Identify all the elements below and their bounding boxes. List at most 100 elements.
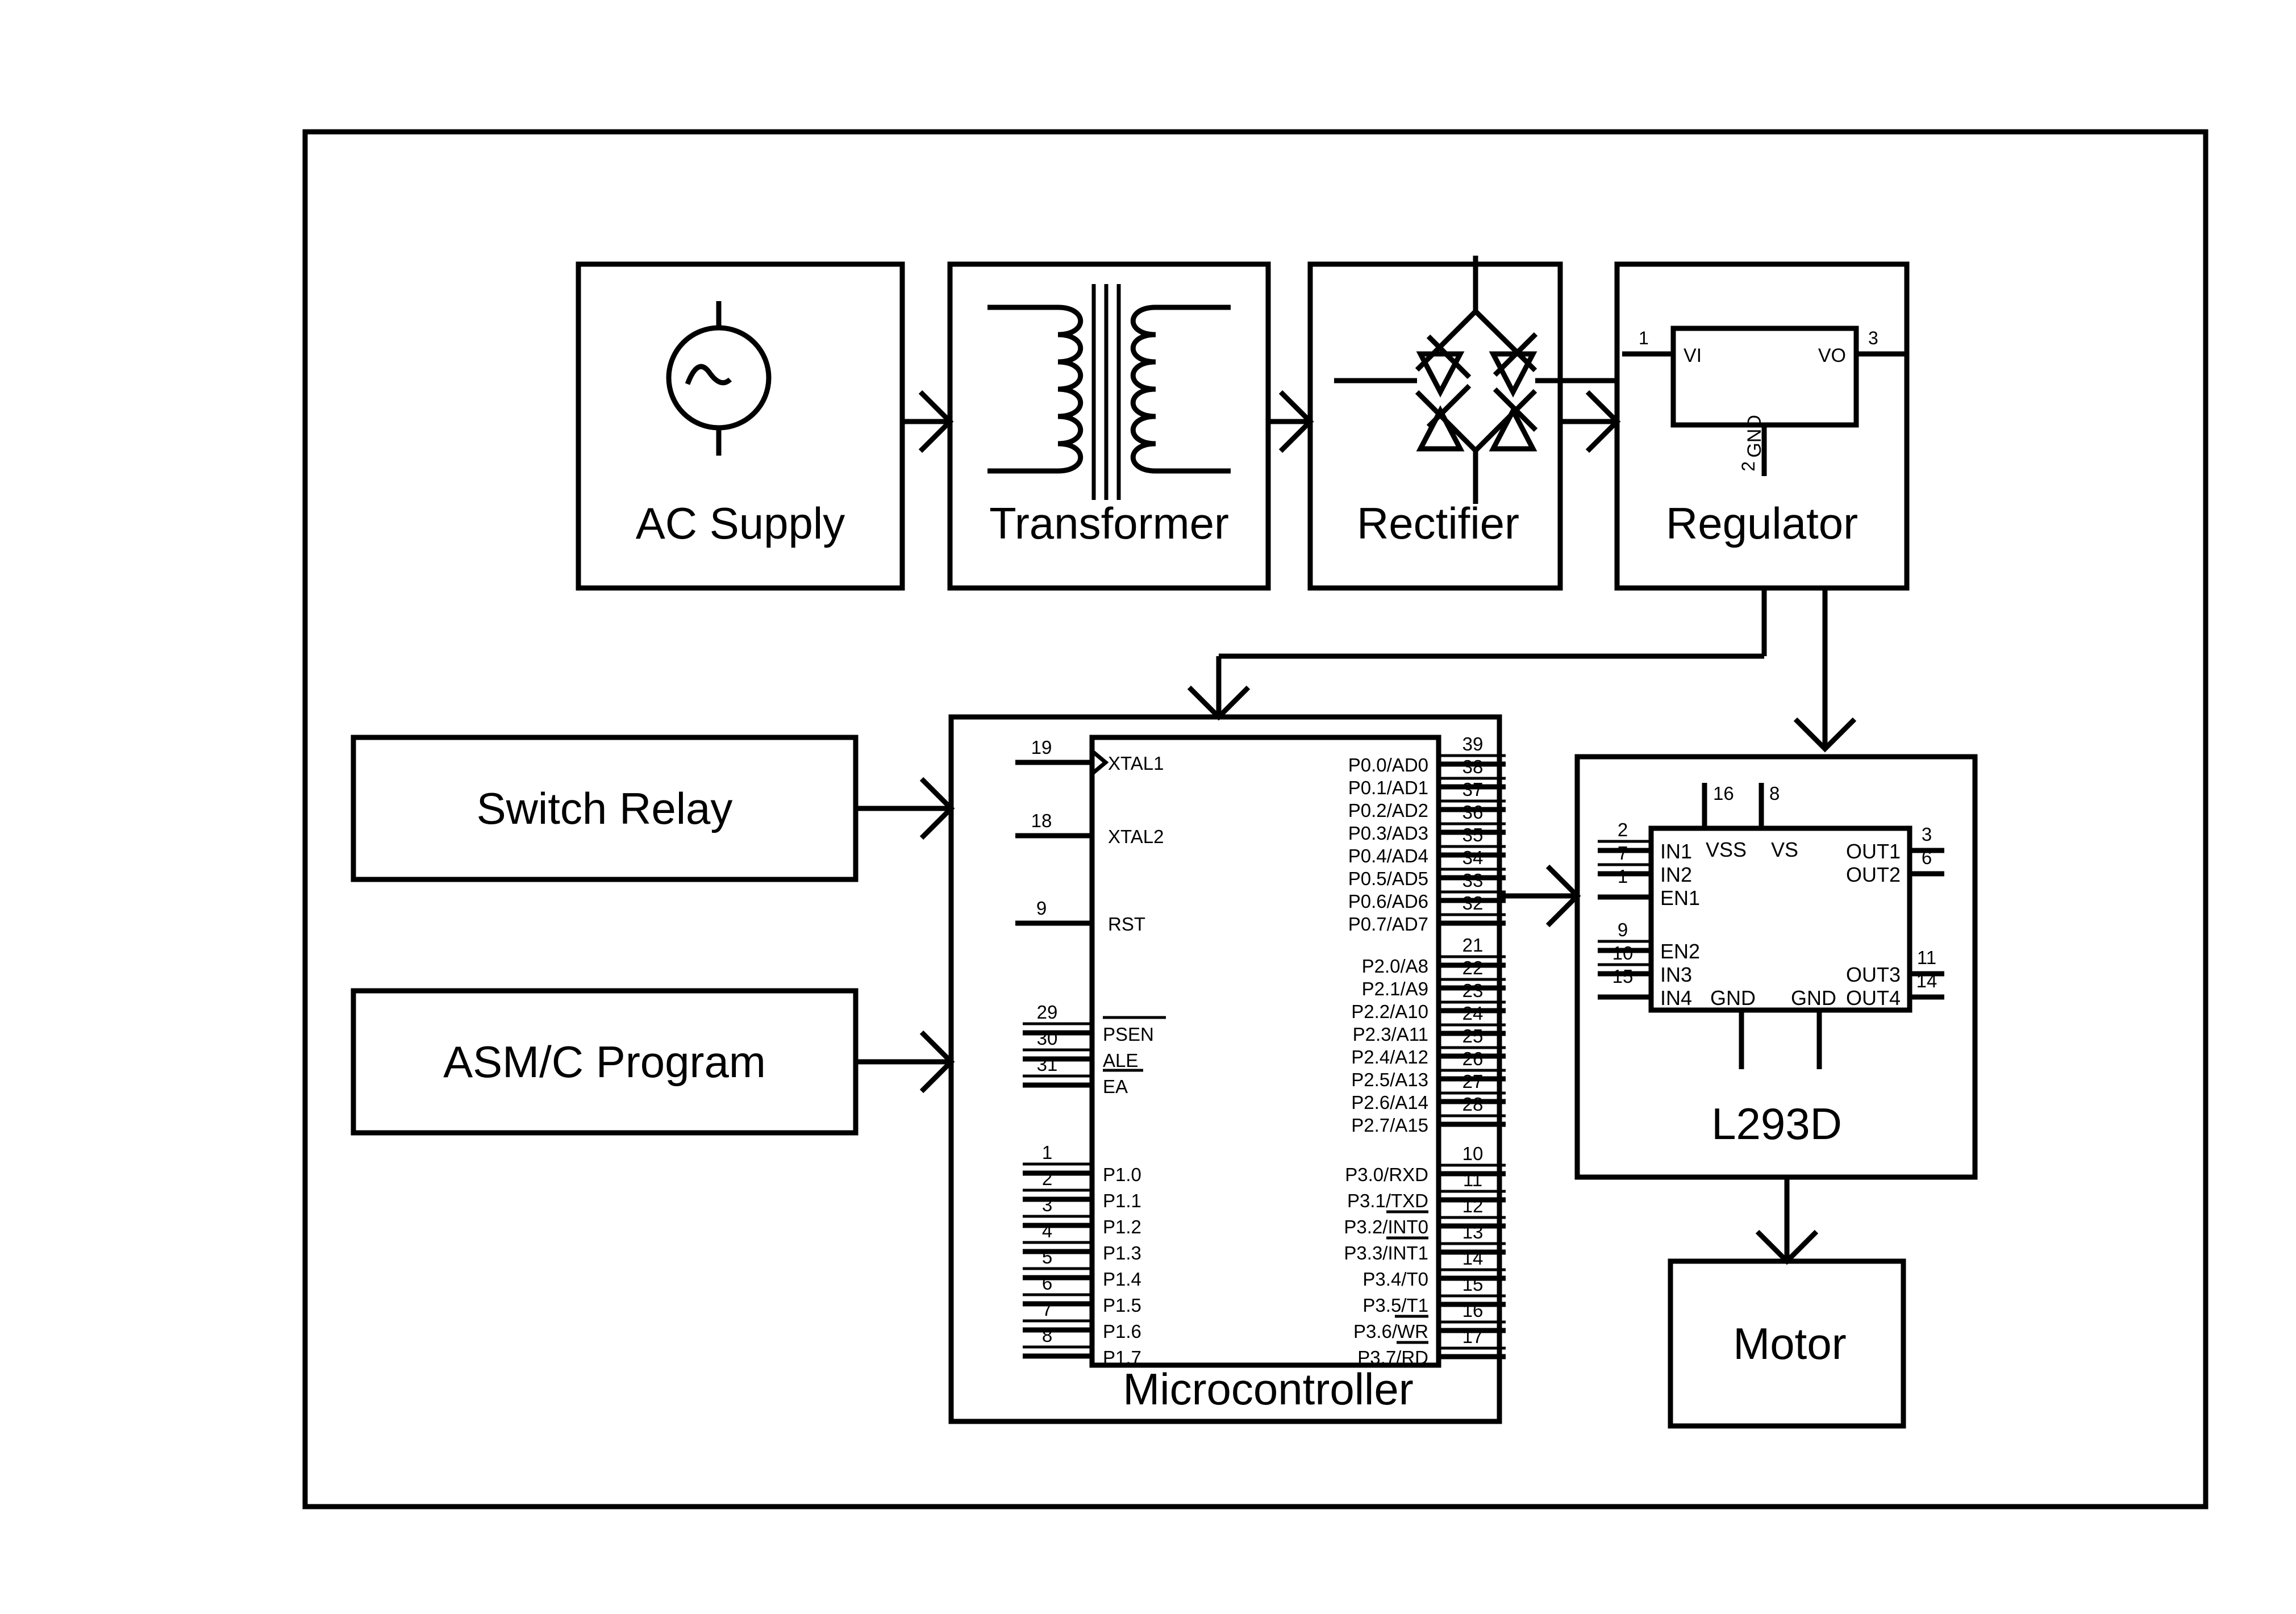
l293d-pin-vss: VSS <box>1706 838 1747 861</box>
l293d-pinnum-2: 2 <box>1618 819 1628 840</box>
asm-program-block: ASM/C Program <box>351 988 955 1136</box>
asm-program-label: ASM/C Program <box>443 1037 766 1087</box>
mcu-pinnum-17: 17 <box>1462 1326 1484 1347</box>
l293d-pinnum-6: 6 <box>1922 847 1932 868</box>
l293d-pin-in4: IN4 <box>1660 986 1692 1010</box>
switch-relay-block: Switch Relay <box>351 735 955 882</box>
rectifier-label: Rectifier <box>1357 498 1519 548</box>
mcu-pin-ea: EA <box>1103 1076 1128 1097</box>
l293d-pinnum-9: 9 <box>1618 919 1628 940</box>
mcu-pinnum-11: 11 <box>1463 1169 1482 1190</box>
l293d-pinnum-11: 11 <box>1917 947 1936 968</box>
motor-block: Motor <box>1668 1258 1906 1429</box>
mcu-pinnum-8: 8 <box>1042 1325 1052 1346</box>
l293d-pin-en2: EN2 <box>1660 940 1700 963</box>
mcu-pin-p1-6: P1.6 <box>1103 1321 1141 1342</box>
microcontroller-label: Microcontroller <box>1123 1364 1413 1414</box>
mcu-pin-p3-6: P3.6/WR <box>1353 1321 1428 1342</box>
mcu-pin-p1-1: P1.1 <box>1103 1190 1141 1211</box>
l293d-pin-out4: OUT4 <box>1846 986 1901 1010</box>
transformer-label: Transformer <box>989 498 1229 548</box>
mcu-pin-p1-5: P1.5 <box>1103 1295 1141 1316</box>
regulator-pin-vi: VI <box>1684 345 1702 366</box>
regulator-pinnum-2: 2 <box>1738 461 1759 472</box>
mcu-pinnum-21: 21 <box>1462 935 1484 956</box>
l293d-right-group-a: 3 OUT1 6 OUT2 <box>1846 824 1944 886</box>
mcu-pinnum-24: 24 <box>1462 1003 1484 1024</box>
l293d-pinnum-8: 8 <box>1769 783 1780 804</box>
l293d-block: L293D 16 VSS 8 VS 2 IN1 7 IN2 1 EN1 9 EN… <box>1574 754 1978 1180</box>
mcu-pinnum-1: 1 <box>1042 1142 1052 1163</box>
l293d-pin-in1: IN1 <box>1660 840 1692 863</box>
l293d-pin-in2: IN2 <box>1660 863 1692 886</box>
mcu-to-l293d-connection <box>1499 864 1581 928</box>
l293d-pin-in3: IN3 <box>1660 963 1692 986</box>
mcu-pinnum-23: 23 <box>1462 980 1484 1001</box>
mcu-pin-p2-5: P2.5/A13 <box>1351 1069 1428 1090</box>
mcu-pinnum-36: 36 <box>1462 802 1484 823</box>
block-diagram-svg: AC Supply Transformer Rectifier VI 1 VO … <box>302 129 2209 1509</box>
mcu-pinnum-13: 13 <box>1462 1221 1484 1242</box>
mcu-pinnum-6: 6 <box>1042 1273 1052 1294</box>
mcu-pin-ale: ALE <box>1103 1050 1138 1071</box>
switch-relay-label: Switch Relay <box>477 783 733 833</box>
l293d-pinnum-10: 10 <box>1612 942 1634 964</box>
l293d-pinnum-14: 14 <box>1916 970 1937 991</box>
mcu-pin-p0-7: P0.7/AD7 <box>1348 914 1428 935</box>
mcu-pinnum-3: 3 <box>1042 1194 1052 1215</box>
mcu-pinnum-29: 29 <box>1037 1002 1058 1023</box>
regulator-label: Regulator <box>1666 498 1858 548</box>
mcu-pinnum-7: 7 <box>1042 1299 1052 1320</box>
mcu-pin-p3-4: P3.4/T0 <box>1362 1269 1428 1290</box>
mcu-pin-p2-2: P2.2/A10 <box>1351 1001 1428 1022</box>
mcu-pin-p2-0: P2.0/A8 <box>1362 956 1428 977</box>
mcu-pinnum-25: 25 <box>1462 1025 1484 1046</box>
mcu-pinnum-14: 14 <box>1462 1248 1484 1269</box>
mcu-pin-p1-7: P1.7 <box>1103 1347 1141 1368</box>
mcu-pinnum-32: 32 <box>1462 893 1484 914</box>
mcu-pinnum-31: 31 <box>1037 1054 1058 1075</box>
l293d-pinnum-15: 15 <box>1612 966 1634 987</box>
l293d-pinnum-16: 16 <box>1713 783 1734 804</box>
mcu-pin-p2-4: P2.4/A12 <box>1351 1046 1428 1067</box>
mcu-pin-rst: RST <box>1108 914 1145 935</box>
mcu-pinnum-28: 28 <box>1462 1094 1484 1115</box>
mcu-pin-p0-1: P0.1/AD1 <box>1348 777 1428 798</box>
regulator-pinnum-3: 3 <box>1868 328 1878 348</box>
mcu-pinnum-37: 37 <box>1462 779 1484 800</box>
l293d-pinnum-7: 7 <box>1618 843 1628 864</box>
regulator-pinnum-1: 1 <box>1639 328 1649 348</box>
mcu-pin-p0-2: P0.2/AD2 <box>1348 800 1428 821</box>
transformer-block: Transformer <box>947 261 1271 591</box>
mcu-pinnum-16: 16 <box>1462 1300 1484 1321</box>
mcu-pin-p3-2: P3.2/INT0 <box>1344 1216 1428 1237</box>
mcu-pinnum-33: 33 <box>1462 870 1484 891</box>
mcu-pin-p1-4: P1.4 <box>1103 1269 1141 1290</box>
mcu-pinnum-39: 39 <box>1462 733 1484 754</box>
bridge-rectifier-icon <box>1334 256 1616 504</box>
mcu-pinnum-4: 4 <box>1042 1220 1052 1241</box>
l293d-to-motor-connection <box>1755 1177 1819 1265</box>
mcu-pin-p3-7: P3.7/RD <box>1357 1347 1428 1368</box>
mcu-pin-psen: PSEN <box>1103 1024 1154 1045</box>
mcu-pin-p3-5: P3.5/T1 <box>1362 1295 1428 1316</box>
mcu-pinnum-9: 9 <box>1036 898 1047 919</box>
mcu-pin-p1-0: P1.0 <box>1103 1164 1141 1185</box>
l293d-pinnum-1: 1 <box>1618 866 1628 887</box>
mcu-right-port0-pins: 39 P0.0/AD0 38 P0.1/AD1 37 P0.2/AD2 36 P… <box>1348 733 1506 935</box>
mcu-pinnum-15: 15 <box>1462 1274 1484 1295</box>
regulator-pin-gnd: GND <box>1744 415 1765 458</box>
l293d-pin-gnd-1: GND <box>1710 986 1756 1010</box>
mcu-pinnum-19: 19 <box>1031 737 1052 758</box>
ac-source-icon <box>666 301 772 456</box>
mcu-pin-p1-2: P1.2 <box>1103 1216 1141 1237</box>
l293d-pin-vs: VS <box>1771 838 1798 861</box>
l293d-pinnum-3: 3 <box>1922 824 1932 845</box>
regulator-pin-vo: VO <box>1818 345 1846 366</box>
regulator-block: VI 1 VO 3 GND 2 Regulator <box>1614 261 1910 591</box>
mcu-port2-row: 21 P2.0/A8 <box>1362 935 1506 977</box>
mcu-pin-p0-0: P0.0/AD0 <box>1348 754 1428 775</box>
motor-label: Motor <box>1733 1319 1846 1369</box>
mcu-pin-p3-3: P3.3/INT1 <box>1344 1242 1428 1263</box>
l293d-pin-gnd-2: GND <box>1791 986 1836 1010</box>
